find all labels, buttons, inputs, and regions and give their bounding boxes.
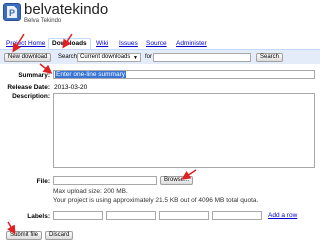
arrow-to-downloads-tab: [62, 33, 73, 49]
arrow-to-submit: [7, 221, 16, 235]
arrow-to-summary: [39, 63, 53, 74]
arrow-to-new-download: [12, 33, 25, 53]
annotation-arrows: [7, 33, 197, 235]
arrow-to-browse: [181, 169, 197, 180]
